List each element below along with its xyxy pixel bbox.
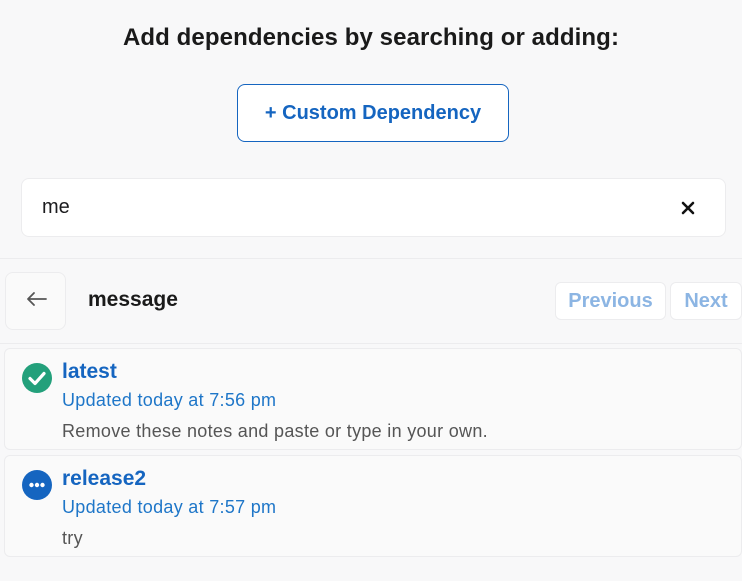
arrow-left-icon xyxy=(25,291,47,312)
version-card[interactable]: latest Updated today at 7:56 pm Remove t… xyxy=(4,348,742,450)
back-button[interactable] xyxy=(5,272,66,330)
custom-dependency-button[interactable]: + Custom Dependency xyxy=(237,84,509,142)
search-input[interactable] xyxy=(42,179,662,236)
version-updated-time: Updated today at 7:57 pm xyxy=(62,497,277,517)
version-updated-time: Updated today at 7:56 pm xyxy=(62,390,277,410)
version-card[interactable]: release2 Updated today at 7:57 pm try xyxy=(4,455,742,557)
previous-button[interactable]: Previous xyxy=(555,282,666,320)
more-horizontal-circle-icon xyxy=(22,470,52,500)
version-notes: try xyxy=(62,528,83,548)
add-dependencies-panel: Add dependencies by searching or adding:… xyxy=(0,0,742,581)
close-icon[interactable] xyxy=(677,197,699,219)
check-circle-icon xyxy=(22,363,52,393)
divider xyxy=(0,258,742,259)
search-box xyxy=(21,178,726,237)
page-title: Add dependencies by searching or adding: xyxy=(122,24,620,51)
next-button[interactable]: Next xyxy=(670,282,742,320)
divider xyxy=(0,343,742,344)
version-title: release2 xyxy=(62,467,147,490)
version-notes: Remove these notes and paste or type in … xyxy=(62,421,488,441)
version-title: latest xyxy=(62,360,117,383)
package-name: message xyxy=(88,288,178,311)
